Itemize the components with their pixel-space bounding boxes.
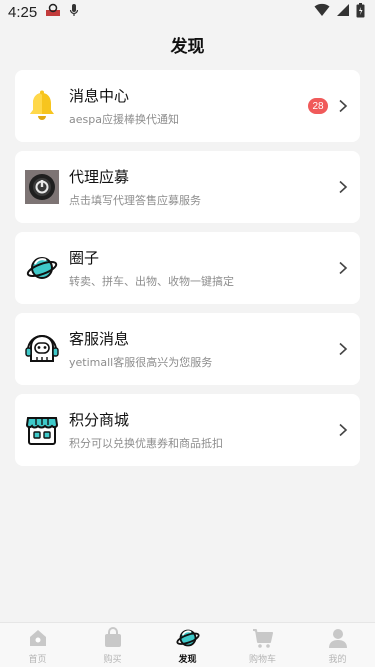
- store-icon: [23, 411, 61, 449]
- battery-icon: [356, 2, 365, 22]
- chevron-right-icon: [339, 423, 348, 437]
- person-icon: [326, 626, 350, 650]
- item-subtitle: yetimall客服很高兴为您服务: [69, 355, 213, 369]
- bottom-tab-bar: 首页 购买 发现 购物车 我的: [0, 622, 375, 667]
- agent-application-item[interactable]: 代理应募 点击填写代理答售应募服务: [15, 151, 360, 223]
- page-title: 发现: [170, 36, 205, 57]
- tab-label: 购买: [103, 655, 122, 665]
- signal-icon: [336, 3, 350, 21]
- planet-icon: [175, 626, 200, 650]
- unread-count-badge: 28: [308, 98, 328, 114]
- tab-cart[interactable]: 购物车: [225, 623, 300, 667]
- tab-discover[interactable]: 发现: [150, 623, 225, 667]
- item-title: 积分商城: [69, 410, 130, 429]
- item-subtitle: aespa应援棒换代通知: [69, 112, 179, 126]
- tab-label: 我的: [328, 655, 347, 665]
- item-subtitle: 点击填写代理答售应募服务: [69, 193, 201, 207]
- points-mall-item[interactable]: 积分商城 积分可以兑换优惠券和商品抵扣: [15, 394, 360, 466]
- tab-label: 购物车: [248, 655, 276, 665]
- chevron-right-icon: [339, 99, 348, 113]
- chevron-right-icon: [339, 180, 348, 194]
- tab-label: 首页: [28, 655, 47, 665]
- wifi-icon: [314, 3, 330, 21]
- mic-icon: [69, 3, 79, 21]
- item-title: 消息中心: [69, 86, 130, 105]
- item-subtitle: 积分可以兑换优惠券和商品抵扣: [69, 436, 223, 450]
- app-notification-icon: [45, 3, 61, 21]
- status-bar: 4:25: [0, 0, 375, 24]
- support-icon: [23, 330, 61, 368]
- planet-icon: [23, 249, 61, 287]
- tab-mine[interactable]: 我的: [300, 623, 375, 667]
- bell-icon: [23, 87, 61, 125]
- discover-list: 消息中心 aespa应援棒换代通知 28 代理应募 点击填写代理答售应募服务 圈…: [0, 62, 375, 466]
- tab-buy[interactable]: 购买: [75, 623, 150, 667]
- item-subtitle: 转卖、拼车、出物、收物一键搞定: [69, 274, 234, 288]
- tab-label: 发现: [178, 655, 197, 665]
- camera-icon: [23, 168, 61, 206]
- circle-community-item[interactable]: 圈子 转卖、拼车、出物、收物一键搞定: [15, 232, 360, 304]
- customer-service-item[interactable]: 客服消息 yetimall客服很高兴为您服务: [15, 313, 360, 385]
- chevron-right-icon: [339, 342, 348, 356]
- item-title: 圈子: [69, 248, 100, 267]
- status-time: 4:25: [8, 3, 38, 21]
- tab-home[interactable]: 首页: [0, 623, 75, 667]
- cart-icon: [251, 626, 275, 650]
- message-center-item[interactable]: 消息中心 aespa应援棒换代通知 28: [15, 70, 360, 142]
- item-title: 客服消息: [69, 329, 130, 348]
- home-icon: [26, 626, 50, 650]
- item-title: 代理应募: [69, 167, 130, 186]
- bag-icon: [101, 626, 125, 650]
- chevron-right-icon: [339, 261, 348, 275]
